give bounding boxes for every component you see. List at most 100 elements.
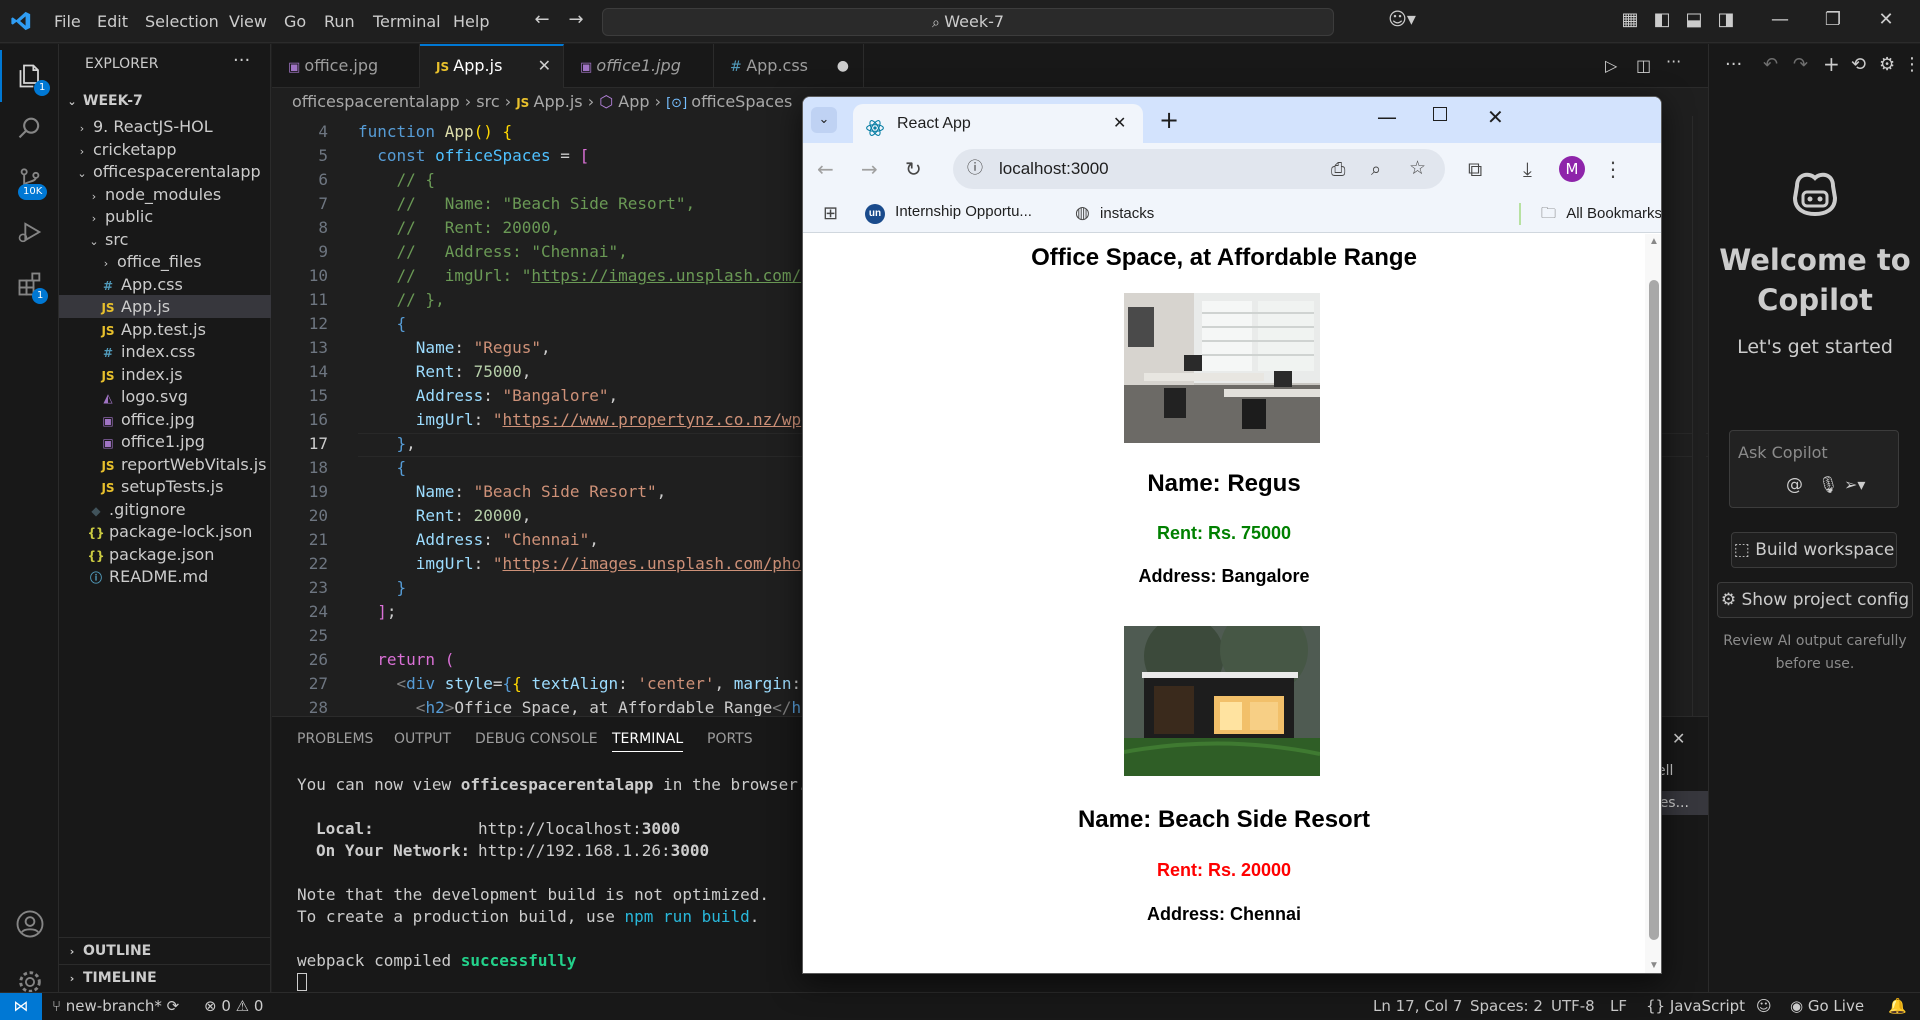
search-icon[interactable] (0, 102, 59, 154)
file-item[interactable]: JS App.test.js (59, 318, 271, 341)
accounts-icon[interactable] (0, 898, 59, 950)
toggle-sidebar-icon[interactable]: ◧ (1652, 10, 1672, 30)
undo-icon[interactable]: ↶ (1763, 54, 1778, 75)
breadcrumb-item[interactable]: officeSpaces (691, 92, 792, 111)
menu-terminal[interactable]: Terminal (373, 12, 441, 31)
send-icon[interactable]: ➢▾ (1844, 475, 1865, 494)
file-item[interactable]: ▣ office1.jpg (59, 430, 271, 453)
reload-icon[interactable]: ↻ (905, 159, 922, 179)
command-center-search[interactable]: ⌕ Week-7 (602, 8, 1334, 36)
menu-selection[interactable]: Selection (145, 12, 219, 31)
indentation[interactable]: Spaces: 2 (1470, 993, 1543, 1020)
folder-item[interactable]: › cricketapp (59, 138, 271, 161)
new-tab-icon[interactable]: + (1159, 106, 1179, 134)
tab-app-css[interactable]: # App.css ● (714, 44, 864, 88)
file-item[interactable]: ◆ .gitignore (59, 498, 271, 521)
minimize-icon[interactable]: — (1770, 10, 1790, 30)
run-debug-icon[interactable] (0, 206, 59, 258)
history-icon[interactable]: ⟲ (1851, 54, 1866, 75)
menu-run[interactable]: Run (324, 12, 355, 31)
breadcrumb-item[interactable]: App.js (534, 92, 583, 111)
file-item[interactable]: {} package.json (59, 543, 271, 566)
workspace-root[interactable]: ⌄ WEEK-7 (59, 88, 271, 115)
more-actions-icon[interactable]: ⋮ (1903, 54, 1920, 75)
folder-item[interactable]: ⌄ officespacerentalapp (59, 160, 271, 183)
tab-app-js[interactable]: JS App.js ✕ (420, 44, 564, 88)
folder-item[interactable]: › node_modules (59, 183, 271, 206)
explorer-icon[interactable]: 1 (0, 50, 59, 102)
back-arrow-icon[interactable]: ← (817, 159, 834, 179)
outline-section[interactable]: › OUTLINE (59, 937, 271, 964)
apps-grid-icon[interactable]: ⊞ (823, 203, 838, 224)
close-window-icon[interactable]: ✕ (1876, 10, 1896, 30)
scroll-down-icon[interactable]: ▼ (1649, 960, 1659, 971)
install-app-icon[interactable]: ⎙ (1331, 149, 1345, 189)
build-workspace-button[interactable]: ⬚ Build workspace (1731, 532, 1897, 568)
split-editor-icon[interactable]: ◫ (1636, 56, 1651, 75)
tab-debug-console[interactable]: DEBUG CONSOLE (475, 731, 598, 747)
bookmark-star-icon[interactable]: ☆ (1409, 149, 1426, 189)
settings-gear-icon[interactable]: ⚙ (1879, 54, 1895, 75)
file-item[interactable]: # index.css (59, 340, 271, 363)
close-panel-icon[interactable]: ✕ (1672, 729, 1685, 748)
close-tab-icon[interactable]: ✕ (538, 46, 551, 86)
encoding[interactable]: UTF-8 (1551, 993, 1595, 1020)
bookmark-internship[interactable]: un Internship Opportu... (865, 203, 1032, 225)
git-branch[interactable]: ⑂ new-branch* ⟳ (52, 993, 179, 1020)
more-actions-icon[interactable]: ··· (233, 50, 250, 71)
menu-go[interactable]: Go (284, 12, 306, 31)
toggle-secondary-sidebar-icon[interactable]: ◨ (1716, 10, 1736, 30)
timeline-section[interactable]: › TIMELINE (59, 964, 271, 991)
cursor-position[interactable]: Ln 17, Col 7 (1373, 993, 1462, 1020)
folder-item[interactable]: › 9. ReactJS-HOL (59, 115, 271, 138)
file-item[interactable]: ◭ logo.svg (59, 385, 271, 408)
tab-ports[interactable]: PORTS (707, 731, 753, 747)
editor-scrollbar[interactable] (1692, 116, 1706, 716)
extensions-icon[interactable]: 1 (0, 258, 59, 310)
mention-icon[interactable]: @ (1786, 475, 1803, 495)
notifications-bell-icon[interactable]: 🔔 (1888, 993, 1907, 1020)
tab-office-jpg[interactable]: ▣ office.jpg (272, 44, 420, 88)
zoom-icon[interactable]: ⌕ (1371, 149, 1381, 189)
profile-avatar[interactable]: M (1559, 156, 1585, 182)
breadcrumb-item[interactable]: officespacerentalapp (292, 92, 460, 111)
tab-problems[interactable]: PROBLEMS (297, 731, 373, 747)
customize-layout-icon[interactable]: ▦ (1620, 10, 1640, 30)
file-item[interactable]: JS index.js (59, 363, 271, 386)
site-info-icon[interactable]: ⓘ (967, 149, 983, 189)
file-item[interactable]: ▣ office.jpg (59, 408, 271, 431)
remote-indicator-icon[interactable]: ⋈ (0, 993, 42, 1020)
menu-file[interactable]: File (54, 12, 81, 31)
back-arrow-icon[interactable]: ← (532, 10, 552, 30)
menu-view[interactable]: View (229, 12, 267, 31)
browser-scrollbar[interactable]: ▲ ▼ (1645, 234, 1661, 973)
more-actions-icon[interactable]: ··· (1725, 54, 1742, 75)
forward-arrow-icon[interactable]: → (861, 159, 878, 179)
end-of-line[interactable]: LF (1610, 993, 1627, 1020)
minimize-icon[interactable]: — (1377, 105, 1397, 129)
folder-item[interactable]: ⌄ src (59, 228, 271, 251)
more-editor-actions-icon[interactable]: ··· (1666, 52, 1681, 71)
menu-edit[interactable]: Edit (97, 12, 128, 31)
tab-terminal[interactable]: TERMINAL (612, 731, 684, 752)
microphone-icon[interactable]: 🎙 (1818, 475, 1838, 494)
maximize-icon[interactable] (1433, 107, 1447, 121)
redo-icon[interactable]: ↷ (1793, 54, 1808, 75)
language-mode[interactable]: {} JavaScript (1646, 993, 1745, 1020)
file-item[interactable]: JS reportWebVitals.js (59, 453, 271, 476)
close-tab-icon[interactable]: ✕ (1113, 104, 1126, 143)
folder-item[interactable]: › public (59, 205, 271, 228)
download-icon[interactable]: ⤓ (1523, 159, 1532, 179)
forward-arrow-icon[interactable]: → (566, 10, 586, 30)
run-file-icon[interactable]: ▷ (1605, 56, 1617, 75)
scroll-up-icon[interactable]: ▲ (1649, 236, 1659, 247)
address-bar[interactable]: ⓘ localhost:3000 ⎙ ⌕ ☆ (953, 149, 1445, 189)
file-item[interactable]: ⓘ README.md (59, 565, 271, 588)
tab-office1-jpg[interactable]: ▣ office1.jpg (564, 44, 714, 88)
go-live-button[interactable]: ◉ Go Live (1790, 993, 1864, 1020)
network-url[interactable]: http://192.168.1.26:3000 (478, 841, 709, 860)
file-item[interactable]: JS App.js (59, 295, 271, 318)
problems-indicator[interactable]: ⊗ 0 ⚠ 0 (204, 993, 263, 1020)
scrollbar-thumb[interactable] (1649, 280, 1659, 940)
toggle-panel-icon[interactable]: ⬓ (1684, 10, 1704, 30)
